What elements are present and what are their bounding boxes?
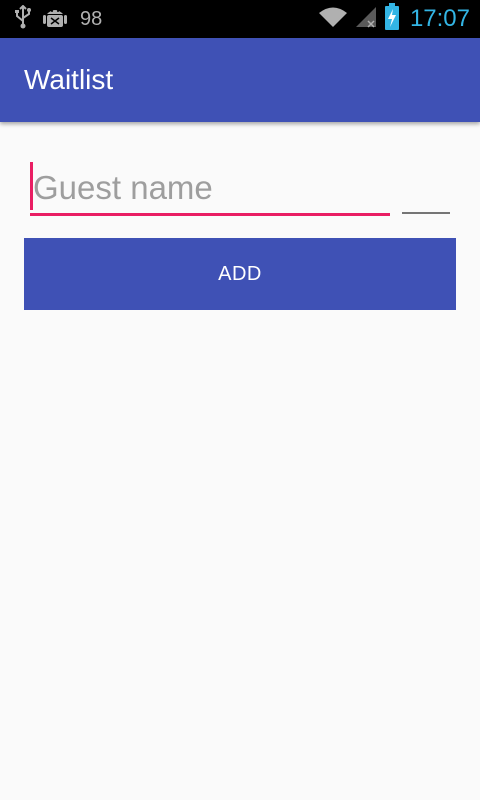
status-time: 17:07 [409, 5, 470, 32]
usb-icon [14, 4, 32, 34]
signal-icon [354, 5, 378, 34]
notification-count: 98 [80, 7, 103, 30]
main-content: Guest name ADD [0, 122, 480, 800]
status-left-icons: 98 [14, 0, 102, 38]
guest-name-input[interactable]: Guest name [30, 160, 390, 216]
guest-name-placeholder: Guest name [33, 169, 213, 206]
battery-charging-icon [384, 2, 400, 36]
android-debug-icon [42, 4, 68, 35]
guest-name-underline [30, 213, 390, 216]
status-right-icons: 17:07 [318, 0, 470, 38]
status-bar: 98 17:07 [0, 0, 480, 38]
app-bar: Waitlist [0, 38, 480, 122]
app-title: Waitlist [24, 64, 114, 95]
party-size-input[interactable] [402, 212, 450, 214]
add-button[interactable]: ADD [24, 238, 456, 310]
wifi-icon [318, 5, 348, 34]
